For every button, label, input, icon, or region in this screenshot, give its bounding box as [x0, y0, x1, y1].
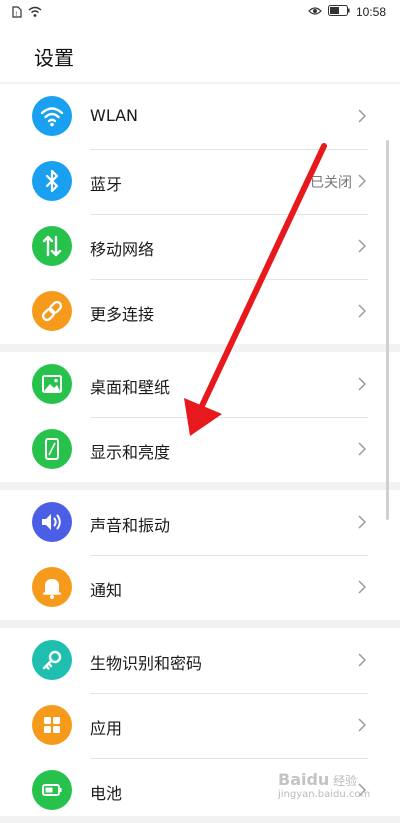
battery-icon — [327, 5, 350, 19]
settings-item-label: 更多连接 — [90, 305, 155, 324]
key-icon — [32, 640, 72, 680]
chevron-right-icon — [358, 579, 367, 598]
settings-item-apps[interactable]: 应用 — [0, 693, 400, 758]
chevron-right-icon — [358, 303, 367, 322]
apps-icon — [32, 705, 72, 745]
watermark: Baidu 经验 jingyan.baidu.com — [278, 770, 370, 800]
chevron-right-icon — [358, 441, 367, 460]
settings-item-label: 声音和振动 — [90, 516, 171, 535]
bell-icon — [32, 567, 72, 607]
settings-item-label: 蓝牙 — [90, 175, 123, 194]
sound-icon — [32, 502, 72, 542]
svg-text:!: ! — [15, 11, 17, 18]
chevron-right-icon — [358, 108, 367, 127]
settings-item-notifications[interactable]: 通知 — [0, 555, 400, 620]
eye-icon — [308, 5, 322, 19]
header: 设置 — [0, 26, 400, 82]
battery-setting-icon — [32, 770, 72, 810]
settings-item-biometrics-password[interactable]: 生物识别和密码 — [0, 628, 400, 693]
settings-item-label: 应用 — [90, 719, 123, 738]
watermark-text: 经验 — [333, 774, 358, 788]
settings-item-mobile-network[interactable]: 移动网络 — [0, 214, 400, 279]
settings-item-label: 生物识别和密码 — [90, 654, 203, 673]
settings-item-bluetooth[interactable]: 蓝牙 已关闭 — [0, 149, 400, 214]
display-icon — [32, 429, 72, 469]
chevron-right-icon — [358, 717, 367, 736]
status-bar: ! 10:58 — [0, 0, 400, 26]
scrollbar[interactable] — [386, 140, 389, 520]
settings-item-label: 显示和亮度 — [90, 443, 171, 462]
link-icon — [32, 291, 72, 331]
wallpaper-icon — [32, 364, 72, 404]
clock: 10:58 — [355, 5, 386, 19]
settings-item-label: WLAN — [90, 106, 139, 125]
chevron-right-icon — [358, 514, 367, 533]
bluetooth-icon — [32, 161, 72, 201]
baidu-logo: Baidu — [278, 770, 330, 789]
settings-item-display-brightness[interactable]: 显示和亮度 — [0, 417, 400, 482]
chevron-right-icon — [358, 173, 367, 192]
watermark-url: jingyan.baidu.com — [278, 789, 371, 800]
settings-item-label: 通知 — [90, 581, 123, 600]
wifi-icon — [32, 96, 72, 136]
settings-item-label: 电池 — [90, 784, 123, 803]
page-title: 设置 — [34, 46, 74, 70]
settings-item-sound-vibration[interactable]: 声音和振动 — [0, 490, 400, 555]
chevron-right-icon — [358, 238, 367, 257]
chevron-right-icon — [358, 376, 367, 395]
settings-group-display: 桌面和壁纸 显示和亮度 — [0, 352, 400, 482]
mobile-data-icon — [32, 226, 72, 266]
status-value: 已关闭 — [310, 175, 352, 191]
settings-group-connectivity: WLAN 蓝牙 已关闭 移动网络 更多连接 — [0, 84, 400, 344]
settings-item-label: 桌面和壁纸 — [90, 378, 171, 397]
chevron-right-icon — [358, 652, 367, 671]
settings-item-wlan[interactable]: WLAN — [0, 84, 400, 149]
settings-item-home-wallpaper[interactable]: 桌面和壁纸 — [0, 352, 400, 417]
settings-group-sound: 声音和振动 通知 — [0, 490, 400, 620]
sim-icon: ! — [12, 6, 22, 21]
wifi-icon — [28, 6, 42, 21]
settings-item-label: 移动网络 — [90, 240, 155, 259]
settings-item-more-connections[interactable]: 更多连接 — [0, 279, 400, 344]
